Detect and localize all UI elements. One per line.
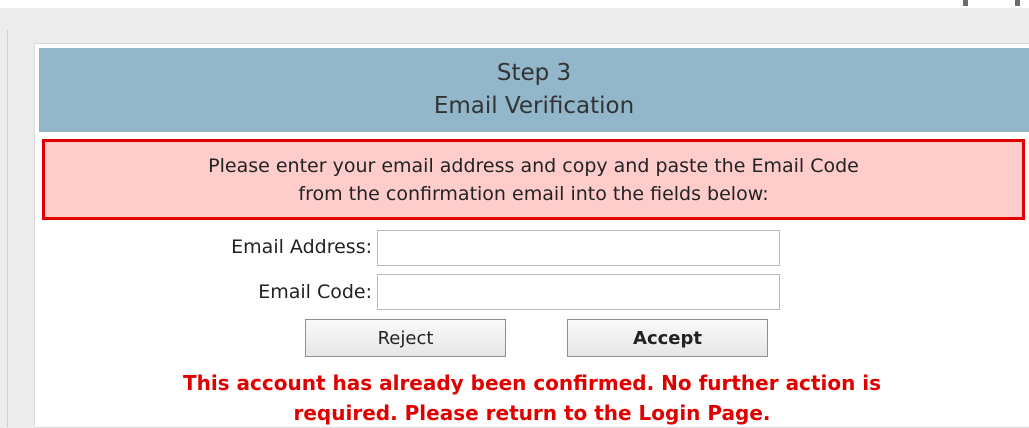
alert-line-1: Please enter your email address and copy…: [208, 155, 859, 177]
verification-panel: Step 3 Email Verification Please enter y…: [35, 44, 1029, 427]
accept-button[interactable]: Accept: [567, 319, 768, 357]
error-message: This account has already been confirmed.…: [35, 368, 1029, 428]
corner-mark-right: [1015, 0, 1020, 6]
page-title: Email Verification: [433, 93, 635, 119]
reject-button[interactable]: Reject: [305, 319, 506, 357]
alert-line-2: from the confirmation email into the fie…: [298, 183, 769, 205]
panel-header: Step 3 Email Verification: [39, 48, 1029, 132]
email-code-label: Email Code:: [258, 281, 372, 303]
instruction-alert: Please enter your email address and copy…: [42, 139, 1025, 220]
email-code-field[interactable]: [377, 274, 780, 310]
email-address-label: Email Address:: [231, 236, 372, 258]
email-address-field[interactable]: [377, 230, 780, 266]
browser-top-strip: [0, 0, 1029, 8]
step-label: Step 3: [496, 60, 572, 86]
corner-mark-left: [963, 0, 968, 6]
error-line-2: required. Please return to the Login Pag…: [293, 401, 771, 425]
left-rule: [7, 30, 8, 427]
error-line-1: This account has already been confirmed.…: [182, 371, 882, 395]
